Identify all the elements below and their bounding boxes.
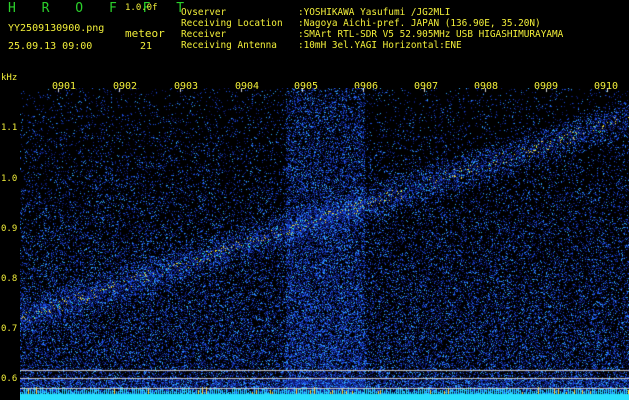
antenna-label: Receiving Antenna <box>181 40 277 51</box>
y-tick-1-1: 1.1 <box>1 123 18 133</box>
observer-label: Ovserver <box>181 7 227 18</box>
hroft-window: H R O F F T 1.0.0f YY2509130900.png mete… <box>0 0 629 400</box>
y-tick-0-6: 0.6 <box>1 374 18 384</box>
antenna-value: :10mH 3el.YAGI Horizontal:ENE <box>298 40 462 51</box>
meteor-count: 21 <box>140 41 153 52</box>
location-value: :Nagoya Aichi-pref. JAPAN (136.90E, 35.2… <box>298 18 541 29</box>
receiver-value: :SMArt RTL-SDR V5 52.905MHz USB HIGASHIM… <box>298 29 564 40</box>
image-filename: YY2509130900.png <box>8 23 105 34</box>
location-label: Receiving Location <box>181 18 283 29</box>
app-version: 1.0.0f <box>125 3 158 13</box>
mode-label: meteor <box>125 27 165 40</box>
y-tick-0-9: 0.9 <box>1 224 18 234</box>
y-tick-0-7: 0.7 <box>1 324 18 334</box>
app-brand: H R O F F T <box>8 1 194 16</box>
y-axis-unit: kHz <box>1 73 18 83</box>
capture-datetime: 25.09.13 09:00 <box>8 41 93 52</box>
y-tick-1-0: 1.0 <box>1 174 18 184</box>
spectrogram-canvas <box>20 88 629 400</box>
y-tick-0-8: 0.8 <box>1 274 18 284</box>
observer-value: :YOSHIKAWA Yasufumi /JG2MLI <box>298 7 451 18</box>
receiver-label: Receiver <box>181 29 227 40</box>
